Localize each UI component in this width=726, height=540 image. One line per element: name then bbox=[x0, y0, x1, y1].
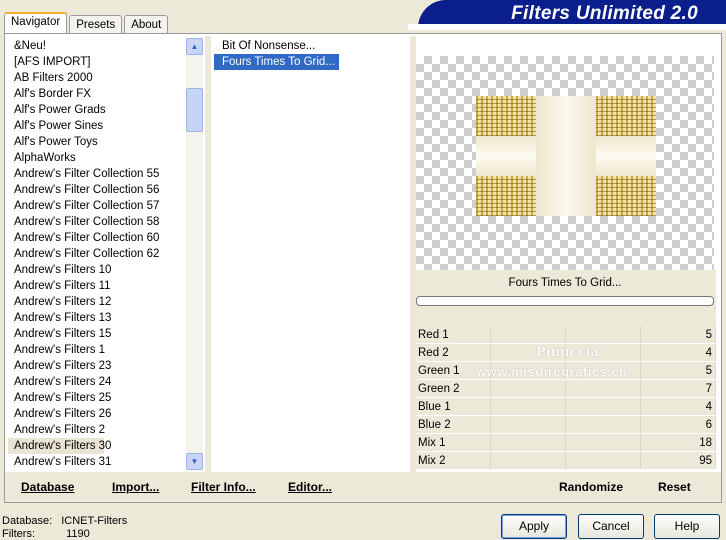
preview-filter-name: Fours Times To Grid... bbox=[508, 277, 622, 289]
parameter-slider[interactable]: Red 1 5 bbox=[416, 326, 716, 344]
category-item[interactable]: &Neu! bbox=[8, 38, 186, 54]
parameter-label: Mix 2 bbox=[418, 455, 446, 467]
tab-presets[interactable]: Presets bbox=[69, 15, 123, 34]
parameter-slider[interactable]: Mix 2 95 bbox=[416, 452, 716, 470]
panel-divider bbox=[205, 36, 211, 472]
help-button[interactable]: Help bbox=[654, 514, 720, 539]
parameter-value: 5 bbox=[705, 329, 712, 341]
category-item[interactable]: AB Filters 2000 bbox=[8, 70, 186, 86]
parameter-slider[interactable]: Mix 1 18 bbox=[416, 434, 716, 452]
editor-button[interactable]: Editor... bbox=[288, 480, 332, 494]
database-button[interactable]: Database bbox=[21, 480, 74, 494]
category-item[interactable]: Andrew's Filter Collection 62 bbox=[8, 246, 186, 262]
preview-canvas bbox=[416, 56, 714, 270]
category-item[interactable]: Andrew's Filters 25 bbox=[8, 390, 186, 406]
category-item[interactable]: Andrew's Filter Collection 60 bbox=[8, 230, 186, 246]
scroll-up-button[interactable]: ▲ bbox=[186, 38, 203, 55]
status-filters: Filters: 1190 bbox=[2, 528, 90, 540]
tab-bar: Navigator Presets About bbox=[4, 12, 170, 35]
filter-item-bit-of-nonsense[interactable]: Bit Of Nonsense... bbox=[214, 38, 319, 54]
category-item[interactable]: Andrew's Filters 12 bbox=[8, 294, 186, 310]
apply-button[interactable]: Apply bbox=[501, 514, 567, 539]
category-item[interactable]: Andrew's Filter Collection 56 bbox=[8, 182, 186, 198]
filter-item-fours-times-to-grid[interactable]: Fours Times To Grid... bbox=[213, 53, 340, 71]
category-item[interactable]: Andrew's Filter Collection 55 bbox=[8, 166, 186, 182]
tab-about[interactable]: About bbox=[124, 15, 169, 34]
category-item[interactable]: Andrew's Filters 30 bbox=[8, 438, 111, 454]
parameter-value: 7 bbox=[705, 383, 712, 395]
parameter-value: 4 bbox=[705, 347, 712, 359]
category-item[interactable]: Alf's Power Sines bbox=[8, 118, 186, 134]
scroll-thumb[interactable] bbox=[186, 88, 203, 132]
parameter-label: Red 1 bbox=[418, 329, 449, 341]
category-item[interactable]: Andrew's Filters 24 bbox=[8, 374, 186, 390]
parameter-slider[interactable]: Blue 1 4 bbox=[416, 398, 716, 416]
parameter-label: Red 2 bbox=[418, 347, 449, 359]
category-item[interactable]: [AFS IMPORT] bbox=[8, 54, 186, 70]
parameter-value: 95 bbox=[699, 455, 712, 467]
parameter-slider[interactable]: Blue 2 6 bbox=[416, 416, 716, 434]
parameter-label: Green 2 bbox=[418, 383, 460, 395]
randomize-button[interactable]: Randomize bbox=[559, 480, 623, 494]
scroll-down-button[interactable]: ▼ bbox=[186, 453, 203, 470]
filter-list[interactable]: Bit Of Nonsense... Fours Times To Grid..… bbox=[213, 36, 410, 472]
category-item[interactable]: Alf's Power Grads bbox=[8, 102, 186, 118]
category-item[interactable]: Andrew's Filters 1 bbox=[8, 342, 186, 358]
category-item[interactable]: Andrew's Filters 2 bbox=[8, 422, 186, 438]
category-item[interactable]: Andrew's Filters 13 bbox=[8, 310, 186, 326]
parameter-value: 18 bbox=[699, 437, 712, 449]
reset-button[interactable]: Reset bbox=[658, 480, 691, 494]
category-item[interactable]: Andrew's Filters 10 bbox=[8, 262, 186, 278]
category-item[interactable]: AlphaWorks bbox=[8, 150, 186, 166]
category-item[interactable]: Alf's Border FX bbox=[8, 86, 186, 102]
watermark-name: Pinuccia bbox=[536, 345, 599, 360]
parameter-slider[interactable]: Green 2 7 bbox=[416, 380, 716, 398]
category-item[interactable]: Andrew's Filters 15 bbox=[8, 326, 186, 342]
tab-navigator[interactable]: Navigator bbox=[4, 12, 68, 35]
category-item[interactable]: Andrew's Filter Collection 58 bbox=[8, 214, 186, 230]
category-item[interactable]: Andrew's Filters 26 bbox=[8, 406, 186, 422]
cancel-button[interactable]: Cancel bbox=[578, 514, 644, 539]
parameter-label: Blue 2 bbox=[418, 419, 451, 431]
status-database: Database: ICNET-Filters bbox=[2, 515, 128, 527]
parameter-value: 6 bbox=[705, 419, 712, 431]
category-list[interactable]: &Neu! [AFS IMPORT] AB Filters 2000 Alf's Bo… bbox=[8, 38, 186, 470]
category-item[interactable]: Andrew's Filters 11 bbox=[8, 278, 186, 294]
category-item[interactable]: Andrew's Filter Collection 57 bbox=[8, 198, 186, 214]
category-item[interactable]: Andrew's Filters 23 bbox=[8, 358, 186, 374]
filter-info-button[interactable]: Filter Info... bbox=[191, 480, 256, 494]
progress-bar bbox=[416, 296, 714, 306]
chevron-down-icon: ▼ bbox=[190, 457, 199, 466]
watermark-url: www.misdiregrafies.eu bbox=[476, 364, 628, 379]
chevron-up-icon: ▲ bbox=[190, 42, 199, 51]
banner-title: Filters Unlimited 2.0 bbox=[511, 3, 698, 24]
preview-image bbox=[476, 96, 656, 216]
parameter-value: 5 bbox=[705, 365, 712, 377]
import-button[interactable]: Import... bbox=[112, 480, 159, 494]
category-item[interactable]: Alf's Power Toys bbox=[8, 134, 186, 150]
parameter-label: Green 1 bbox=[418, 365, 460, 377]
parameter-label: Mix 1 bbox=[418, 437, 446, 449]
app-banner: Filters Unlimited 2.0 bbox=[408, 0, 726, 30]
category-scrollbar[interactable]: ▲ ▼ bbox=[186, 38, 203, 470]
parameter-label: Blue 1 bbox=[418, 401, 451, 413]
parameter-value: 4 bbox=[705, 401, 712, 413]
category-item[interactable]: Andrew's Filters 31 bbox=[8, 454, 186, 470]
